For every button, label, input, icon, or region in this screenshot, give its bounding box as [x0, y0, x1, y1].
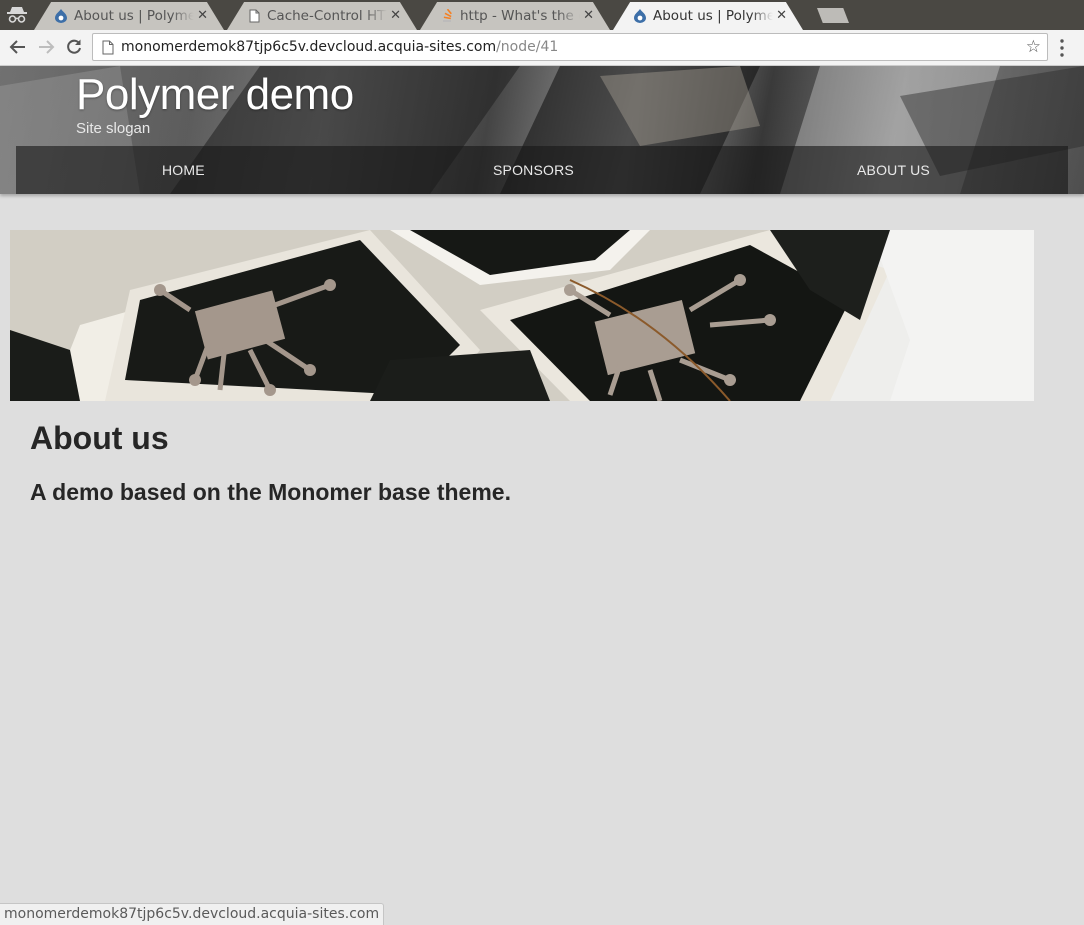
reload-icon[interactable]	[64, 37, 84, 57]
tab-title: About us | Polymer demo	[653, 8, 773, 24]
nav-item-about-us[interactable]: About us	[857, 162, 930, 178]
main-navigation: Home Sponsors About us	[16, 146, 1068, 194]
browser-tab[interactable]: About us | Polymer demo ✕	[34, 2, 224, 30]
hero-image	[10, 230, 1034, 401]
close-tab-icon[interactable]: ✕	[583, 8, 594, 23]
site-name[interactable]: Polymer demo	[76, 70, 354, 120]
page-info-icon[interactable]	[102, 40, 114, 55]
nav-item-home[interactable]: Home	[162, 162, 205, 178]
site-slogan: Site slogan	[76, 120, 151, 137]
status-bar-url: monomerdemok87tjp6c5v.devcloud.acquia-si…	[0, 903, 385, 925]
back-arrow-icon[interactable]	[8, 37, 28, 57]
close-tab-icon[interactable]: ✕	[390, 8, 401, 23]
tab-title: http - What's the difference	[460, 8, 580, 24]
incognito-icon	[7, 7, 27, 23]
site-header: Polymer demo Site slogan Home Sponsors A…	[0, 66, 1084, 194]
browser-tab-active[interactable]: About us | Polymer demo ✕	[613, 2, 803, 30]
tab-title: Cache-Control HTTP	[267, 8, 387, 24]
drupal-icon	[634, 9, 646, 23]
url-host: monomerdemok87tjp6c5v.devcloud.acquia-si…	[121, 39, 497, 55]
nav-item-sponsors[interactable]: Sponsors	[493, 162, 574, 178]
address-bar[interactable]: monomerdemok87tjp6c5v.devcloud.acquia-si…	[92, 33, 1048, 61]
browser-tab[interactable]: Cache-Control HTTP ✕	[227, 2, 417, 30]
close-tab-icon[interactable]: ✕	[776, 8, 787, 23]
tab-strip: About us | Polymer demo ✕ Cache-Control …	[0, 0, 1084, 30]
browser-toolbar: monomerdemok87tjp6c5v.devcloud.acquia-si…	[0, 30, 1084, 66]
page-title: About us	[30, 420, 169, 456]
browser-tab[interactable]: http - What's the difference ✕	[420, 2, 610, 30]
stackoverflow-icon	[443, 9, 452, 22]
forward-arrow-icon[interactable]	[36, 37, 56, 57]
page-icon	[249, 9, 260, 23]
browser-menu-icon[interactable]	[1059, 38, 1065, 58]
stickers-photo	[10, 230, 1034, 401]
bookmark-star-icon[interactable]: ☆	[1026, 37, 1041, 57]
url-text[interactable]: monomerdemok87tjp6c5v.devcloud.acquia-si…	[121, 39, 558, 55]
new-tab-button[interactable]	[817, 8, 849, 23]
tab-title: About us | Polymer demo	[74, 8, 194, 24]
close-tab-icon[interactable]: ✕	[197, 8, 208, 23]
url-path: /node/41	[496, 39, 559, 55]
body-heading: A demo based on the Monomer base theme.	[30, 479, 511, 505]
drupal-icon	[55, 9, 67, 23]
